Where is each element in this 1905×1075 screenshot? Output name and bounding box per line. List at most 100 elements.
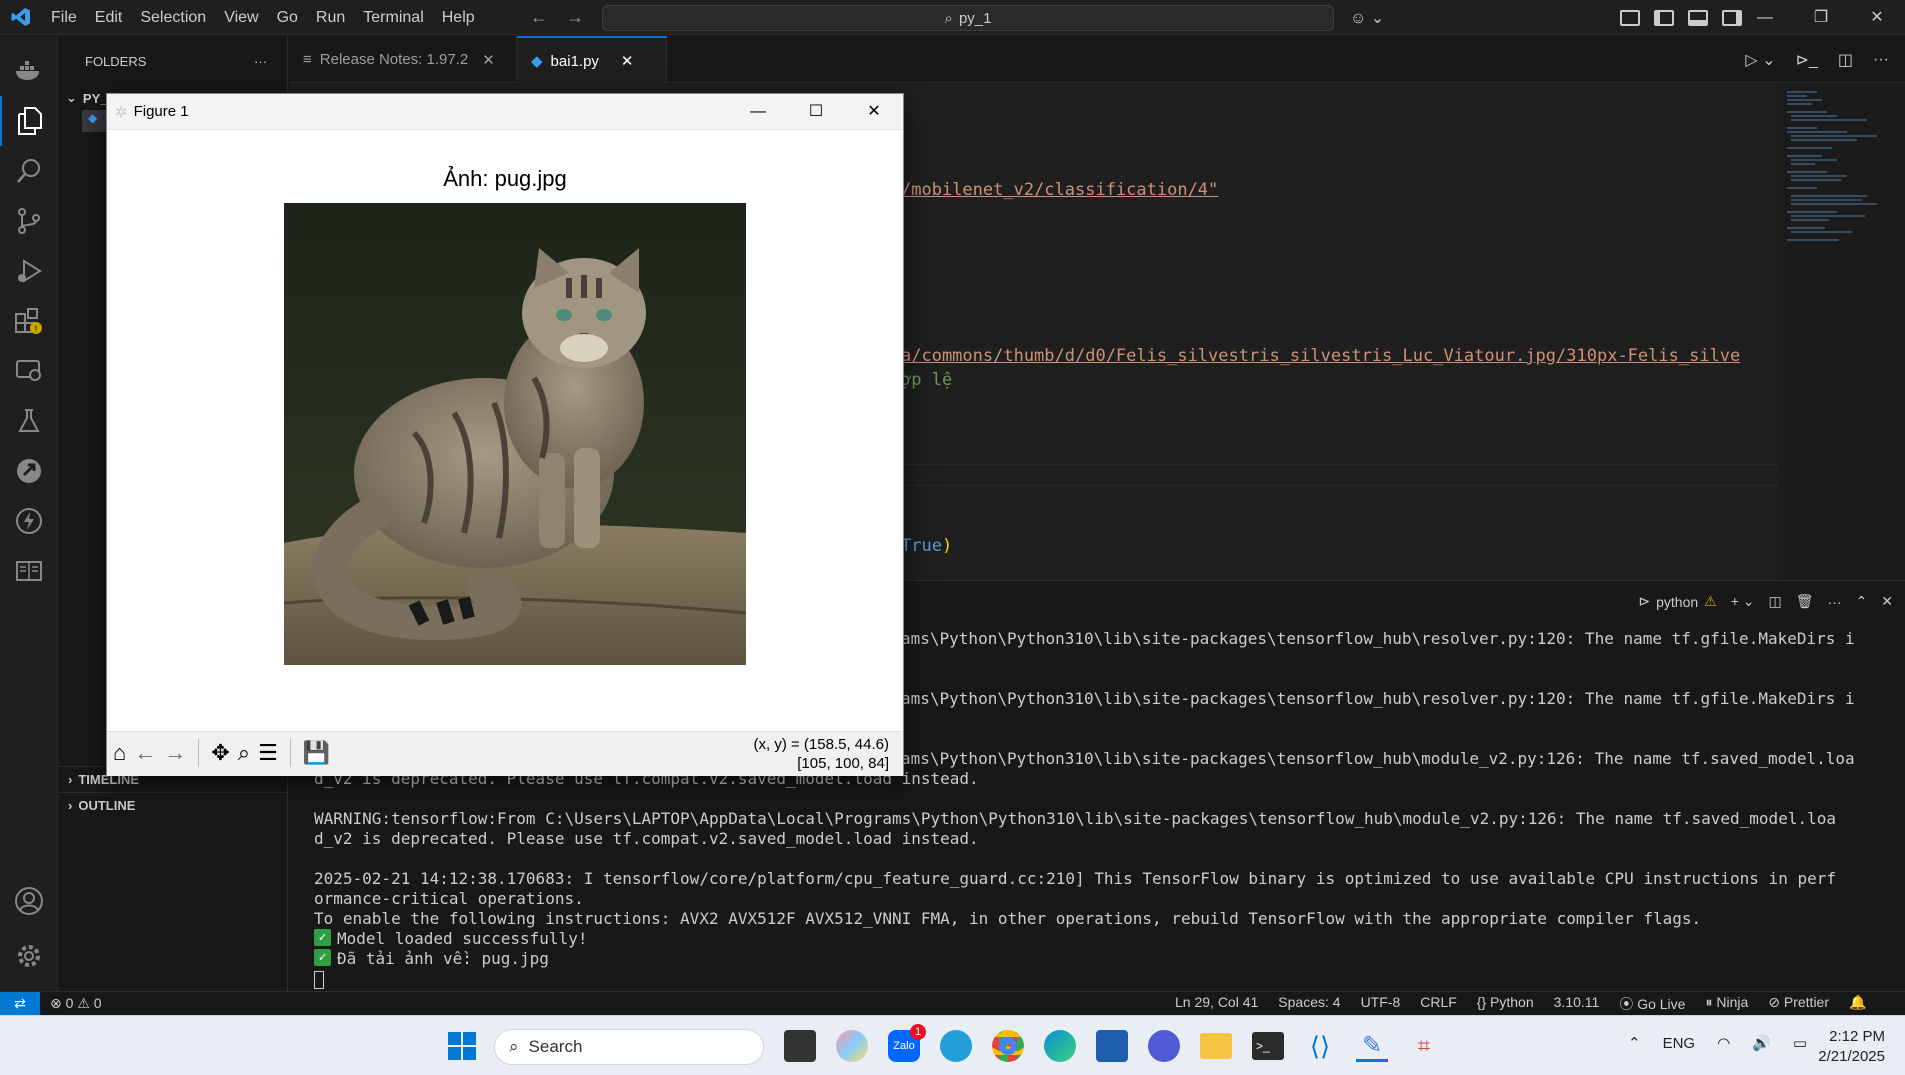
indentation[interactable]: Spaces: 4	[1278, 994, 1340, 1014]
task-view-icon[interactable]	[784, 1030, 816, 1062]
show-hidden-icons-icon[interactable]: ⌃	[1628, 1034, 1641, 1052]
edge-icon[interactable]	[1044, 1030, 1076, 1062]
back-arrow-icon[interactable]: ←	[134, 740, 156, 766]
tab-close-icon[interactable]: ✕	[482, 51, 495, 69]
menu-help[interactable]: Help	[433, 0, 484, 35]
forward-arrow-icon[interactable]: →	[164, 740, 186, 766]
menu-view[interactable]: View	[215, 0, 267, 35]
terminal-app-icon[interactable]: >_	[1252, 1032, 1284, 1060]
terminal-shell-tab[interactable]: ⊳ python ⚠	[1638, 593, 1716, 610]
figure-minimize-icon[interactable]: —	[729, 94, 787, 130]
home-icon[interactable]: ⌂	[113, 740, 126, 766]
microsoft-store-icon[interactable]	[1096, 1030, 1128, 1062]
maximize-panel-icon[interactable]: ⌃	[1856, 593, 1868, 610]
tab-bai1-py[interactable]: ◆ bai1.py ✕	[517, 36, 667, 84]
end-of-line[interactable]: CRLF	[1420, 994, 1457, 1014]
notifications-bell-icon[interactable]: 🔔	[1849, 994, 1866, 1014]
language-mode[interactable]: {} Python	[1477, 994, 1534, 1014]
forward-arrow-icon[interactable]: →	[566, 7, 584, 28]
go-live-label: Go Live	[1637, 995, 1686, 1012]
minimize-icon[interactable]: —	[1737, 0, 1793, 35]
outline-section[interactable]: › OUTLINE	[58, 792, 288, 818]
error-count: 0	[65, 995, 74, 1011]
close-panel-icon[interactable]: ✕	[1881, 593, 1893, 610]
run-in-terminal-icon[interactable]: ⊳_	[1796, 50, 1818, 70]
back-arrow-icon[interactable]: ←	[530, 7, 548, 28]
snipping-tool-icon[interactable]: ⌗	[1408, 1030, 1440, 1062]
more-actions-icon[interactable]: ···	[254, 54, 267, 69]
vscode-app-icon[interactable]: ⟨⟩	[1304, 1030, 1336, 1062]
taskbar-search-box[interactable]: ⌕ Search	[494, 1029, 764, 1065]
new-terminal-icon[interactable]: + ⌄	[1731, 593, 1755, 610]
keyword-true: True	[901, 536, 942, 556]
python-feather-icon[interactable]: ✎	[1356, 1030, 1388, 1062]
more-actions-icon[interactable]: ···	[1828, 594, 1842, 610]
python-version[interactable]: 3.10.11	[1554, 994, 1600, 1014]
zoom-magnifier-icon[interactable]: ⌕	[238, 740, 250, 766]
customize-layout-icon[interactable]	[1620, 9, 1640, 26]
input-language[interactable]: ENG	[1663, 1035, 1696, 1052]
prettier[interactable]: ⊘ Prettier	[1768, 994, 1829, 1014]
more-actions-icon[interactable]: ···	[1873, 51, 1889, 69]
tab-close-icon[interactable]: ✕	[621, 52, 634, 70]
battery-icon[interactable]: ▭	[1793, 1034, 1807, 1052]
app-icon[interactable]	[1148, 1030, 1180, 1062]
menu-go[interactable]: Go	[268, 0, 307, 35]
docker-icon[interactable]	[0, 46, 58, 96]
pan-move-icon[interactable]: ✥	[211, 740, 229, 766]
ninja[interactable]: ⏸ Ninja	[1705, 994, 1748, 1014]
menu-edit[interactable]: Edit	[86, 0, 132, 35]
wifi-icon[interactable]: ◠	[1717, 1034, 1730, 1052]
run-debug-icon[interactable]	[0, 246, 58, 296]
save-floppy-icon[interactable]: 💾	[303, 740, 330, 766]
figure-maximize-icon[interactable]: ☐	[787, 94, 845, 130]
close-icon[interactable]: ✕	[1849, 0, 1905, 35]
encoding[interactable]: UTF-8	[1361, 994, 1401, 1014]
copilot-icon[interactable]: ☺ ⌄	[1350, 0, 1384, 35]
plot-image-axes[interactable]	[283, 203, 747, 665]
figure-close-icon[interactable]: ✕	[845, 94, 903, 130]
windows-start-icon[interactable]	[448, 1032, 476, 1063]
figure-title-bar[interactable]: ✲ Figure 1 — ☐ ✕	[107, 94, 903, 130]
run-python-file-icon[interactable]: ▷ ⌄	[1745, 50, 1775, 70]
source-control-icon[interactable]	[0, 196, 58, 246]
split-terminal-icon[interactable]: ◫	[1769, 593, 1782, 610]
check-mark-icon: ✓	[314, 929, 331, 946]
chevron-right-icon: ›	[68, 798, 73, 813]
problems-indicator[interactable]: ⊗ 0 ⚠ 0	[50, 995, 102, 1012]
kill-terminal-icon[interactable]: 🗑	[1796, 593, 1814, 610]
menu-file[interactable]: File	[42, 0, 86, 35]
explorer-icon[interactable]	[0, 96, 58, 146]
volume-icon[interactable]: 🔊	[1752, 1034, 1771, 1052]
notebook-icon[interactable]	[0, 546, 58, 596]
remote-indicator-icon[interactable]: ⇄	[0, 991, 40, 1016]
configure-subplots-icon[interactable]: ☰	[258, 740, 278, 766]
menu-run[interactable]: Run	[307, 0, 354, 35]
remote-explorer-icon[interactable]	[0, 346, 58, 396]
toggle-panel-icon[interactable]	[1688, 9, 1708, 26]
tab-release-notes[interactable]: ≡ Release Notes: 1.97.2 ✕	[289, 36, 517, 83]
clock[interactable]: 2:12 PM 2/21/2025	[1818, 1027, 1885, 1067]
taskbar-search-placeholder: Search	[528, 1037, 583, 1056]
chrome-icon[interactable]	[992, 1030, 1024, 1062]
command-center-search[interactable]: ⌕ py_1	[602, 5, 1334, 31]
go-live[interactable]: ⦿ Go Live	[1619, 994, 1685, 1014]
cursor-position[interactable]: Ln 29, Col 41	[1175, 994, 1258, 1014]
accounts-icon[interactable]	[0, 876, 58, 926]
split-editor-icon[interactable]: ◫	[1838, 50, 1853, 70]
menu-terminal[interactable]: Terminal	[354, 0, 432, 35]
toggle-primary-sidebar-icon[interactable]	[1654, 9, 1674, 26]
restore-icon[interactable]: ❐	[1793, 0, 1849, 35]
testing-icon[interactable]	[0, 396, 58, 446]
telegram-icon[interactable]	[940, 1030, 972, 1062]
menu-selection[interactable]: Selection	[131, 0, 215, 35]
copilot-app-icon[interactable]	[836, 1030, 868, 1062]
thunder-client-icon[interactable]	[0, 496, 58, 546]
minimap[interactable]	[1777, 84, 1905, 580]
search-icon[interactable]	[0, 146, 58, 196]
live-share-icon[interactable]	[0, 446, 58, 496]
file-explorer-icon[interactable]	[1200, 1033, 1232, 1059]
manage-gear-icon[interactable]	[0, 931, 58, 981]
extensions-icon[interactable]: !	[0, 296, 58, 346]
zalo-icon[interactable]: Zalo 1	[888, 1024, 926, 1062]
